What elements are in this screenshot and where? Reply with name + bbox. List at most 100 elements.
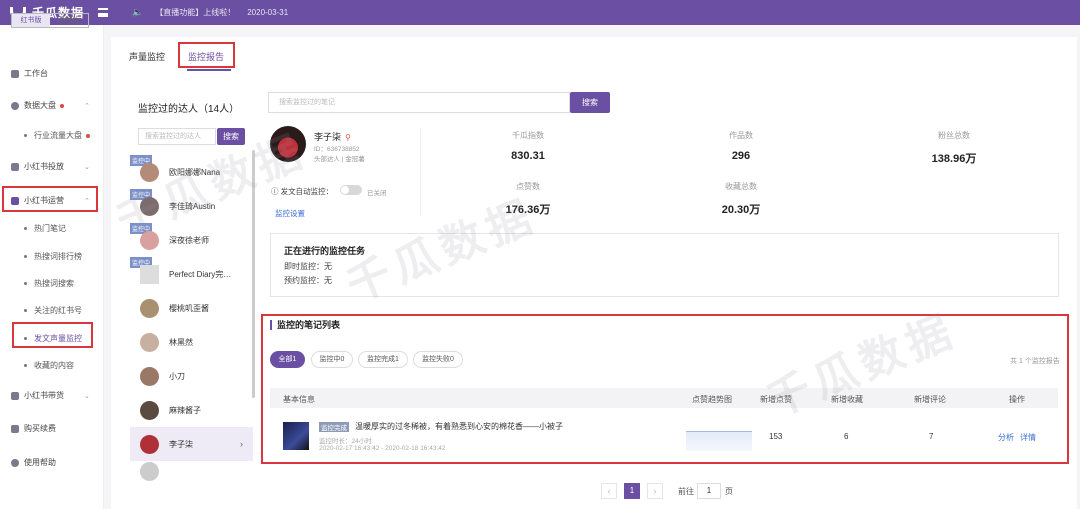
sidebar-item-label: 使用帮助 bbox=[24, 458, 56, 467]
list-item[interactable]: 监控中 李佳琦Austin bbox=[130, 189, 253, 223]
monitor-settings-link[interactable]: 监控设置 bbox=[275, 208, 305, 219]
sidebar-item-purchase[interactable]: 购买续费 bbox=[11, 423, 56, 434]
sidebar-item-label: 小红书带货 bbox=[24, 391, 64, 400]
list-item[interactable] bbox=[130, 461, 253, 481]
sidebar-item-favorites[interactable]: 收藏的内容 bbox=[24, 360, 74, 371]
filter-failed[interactable]: 监控失败0 bbox=[413, 351, 463, 368]
filter-completed[interactable]: 监控完成1 bbox=[358, 351, 408, 368]
note-search-input[interactable]: 搜索监控过的笔记 bbox=[268, 92, 570, 113]
column-header: 新增点赞 bbox=[760, 395, 792, 404]
sidebar bbox=[0, 25, 104, 509]
influencer-name: 深夜徐老师 bbox=[169, 235, 209, 245]
scheduled-monitor-status: 预约监控：无 bbox=[284, 276, 332, 285]
sidebar-item-hot-search-ranking[interactable]: 热搜词排行榜 bbox=[24, 251, 82, 262]
stat-value: 176.36万 bbox=[505, 204, 551, 216]
filter-monitoring[interactable]: 监控中0 bbox=[311, 351, 353, 368]
influencer-name: 麻辣酱子 bbox=[169, 405, 201, 415]
new-dot-icon bbox=[86, 133, 90, 138]
tab-volume-monitor[interactable]: 声量监控 bbox=[129, 50, 165, 63]
list-item-selected[interactable]: 李子柒 › bbox=[130, 427, 253, 461]
note-title[interactable]: 温暖厚实的过冬稀被，有着熟悉到心安的棉花香——小被子 bbox=[355, 421, 563, 432]
column-header: 新增收藏 bbox=[831, 395, 863, 404]
filter-all[interactable]: 全部1 bbox=[270, 351, 305, 368]
stat-label: 作品数 bbox=[729, 131, 753, 140]
note-thumbnail[interactable] bbox=[283, 422, 309, 450]
goto-label: 前往 bbox=[678, 487, 694, 496]
stat-value: 138.96万 bbox=[931, 153, 977, 165]
stat-value: 20.30万 bbox=[721, 204, 761, 216]
avatar bbox=[140, 162, 159, 182]
help-icon: ⓘ bbox=[271, 187, 279, 196]
new-comments: 7 bbox=[929, 432, 934, 441]
sidebar-item-followed-accounts[interactable]: 关注的红书号 bbox=[24, 305, 82, 316]
list-scrollbar[interactable] bbox=[252, 150, 255, 398]
stat-label: 点赞数 bbox=[516, 182, 540, 191]
ads-icon bbox=[11, 162, 19, 171]
active-tab-indicator bbox=[187, 69, 231, 71]
new-likes: 153 bbox=[769, 432, 783, 441]
page-number-input[interactable]: 1 bbox=[697, 483, 721, 499]
analyze-link[interactable]: 分析 bbox=[998, 432, 1014, 443]
immediate-monitor-status: 即时监控：无 bbox=[284, 262, 332, 271]
notes-count: 共 1 个监控报告 bbox=[1010, 358, 1060, 365]
list-item[interactable]: 麻辣酱子 bbox=[130, 393, 253, 427]
page-button-current[interactable]: 1 bbox=[624, 483, 640, 499]
influencer-search-input[interactable]: 搜索监控过的达人 bbox=[138, 128, 216, 145]
sidebar-item-label: 收藏的内容 bbox=[34, 361, 74, 370]
list-title: 监控过的达人（14人） bbox=[138, 104, 240, 115]
avatar bbox=[140, 230, 159, 250]
notice-text[interactable]: 【直播功能】上线啦！ bbox=[155, 7, 235, 18]
note-range: 2020-02-17 16:43:42 - 2020-02-18 16:43:4… bbox=[319, 445, 446, 452]
list-item[interactable]: 监控中 深夜徐老师 bbox=[130, 223, 253, 257]
divider bbox=[420, 128, 421, 216]
help-icon bbox=[11, 458, 19, 467]
highlight-frame bbox=[12, 322, 93, 348]
column-header: 操作 bbox=[1009, 395, 1025, 404]
auto-monitor-switch[interactable] bbox=[340, 185, 362, 195]
list-item[interactable]: 樱桃叽歪酱 bbox=[130, 291, 253, 325]
sidebar-item-workbench[interactable]: 工作台 bbox=[11, 68, 48, 79]
detail-link[interactable]: 详情 bbox=[1020, 432, 1036, 443]
note-duration: 监控时长：24小时 bbox=[319, 438, 372, 445]
toggle-brand-edition[interactable]: 品牌版 bbox=[50, 14, 88, 27]
stat-label: 千瓜指数 bbox=[512, 131, 544, 140]
list-item[interactable]: 监控中 欧阳娜娜Nana bbox=[130, 155, 253, 189]
next-page-button[interactable]: › bbox=[647, 483, 663, 499]
sidebar-item-help[interactable]: 使用帮助 bbox=[11, 457, 56, 468]
profile-tags: 头部达人 | 金冠薯 bbox=[314, 156, 365, 163]
influencer-name: 林黑然 bbox=[169, 337, 193, 347]
sidebar-item-xhs-ads[interactable]: 小红书投放 ⌄ bbox=[11, 161, 90, 172]
sidebar-item-industry-traffic[interactable]: 行业流量大盘 bbox=[24, 130, 90, 141]
influencer-name: 小刀 bbox=[169, 371, 185, 381]
sidebar-item-label: 关注的红书号 bbox=[34, 306, 82, 315]
list-item[interactable]: 小刀 bbox=[130, 359, 253, 393]
note-search-button[interactable]: 搜索 bbox=[570, 92, 610, 113]
toggle-redbook-edition[interactable]: 红书版 bbox=[12, 14, 50, 27]
influencer-search-button[interactable]: 搜索 bbox=[217, 128, 245, 145]
edition-toggle: 红书版 品牌版 bbox=[11, 13, 89, 28]
purchase-icon bbox=[11, 424, 19, 433]
stat-value: 830.31 bbox=[511, 150, 545, 162]
grid-icon bbox=[11, 69, 19, 78]
chevron-right-icon: › bbox=[240, 439, 243, 449]
sidebar-item-label: 热搜词排行榜 bbox=[34, 252, 82, 261]
highlight-frame bbox=[178, 42, 235, 68]
avatar bbox=[140, 400, 159, 420]
list-item[interactable]: 林黑然 bbox=[130, 325, 253, 359]
stat-label: 粉丝总数 bbox=[938, 131, 970, 140]
menu-icon[interactable] bbox=[98, 8, 108, 17]
sidebar-item-hot-search-query[interactable]: 热搜词搜索 bbox=[24, 278, 74, 289]
influencer-name: 欧阳娜娜Nana bbox=[169, 167, 221, 177]
sidebar-item-xhs-commerce[interactable]: 小红书带货 ⌄ bbox=[11, 390, 90, 401]
avatar bbox=[140, 366, 159, 386]
chevron-down-icon: ⌄ bbox=[84, 163, 90, 171]
column-header: 基本信息 bbox=[283, 395, 315, 404]
influencer-name: Perfect Diary完… bbox=[169, 269, 232, 279]
avatar bbox=[140, 298, 159, 318]
prev-page-button[interactable]: ‹ bbox=[601, 483, 617, 499]
sidebar-item-hot-notes[interactable]: 热门笔记 bbox=[24, 223, 66, 234]
top-bar: 千瓜数据 🔈 【直播功能】上线啦！ 2020-03-31 bbox=[0, 0, 1080, 25]
sidebar-item-data-dashboard[interactable]: 数据大盘 ⌃ bbox=[11, 100, 90, 111]
list-item[interactable]: 监控中 Perfect Diary完… bbox=[130, 257, 253, 291]
chevron-up-icon: ⌃ bbox=[84, 102, 90, 110]
